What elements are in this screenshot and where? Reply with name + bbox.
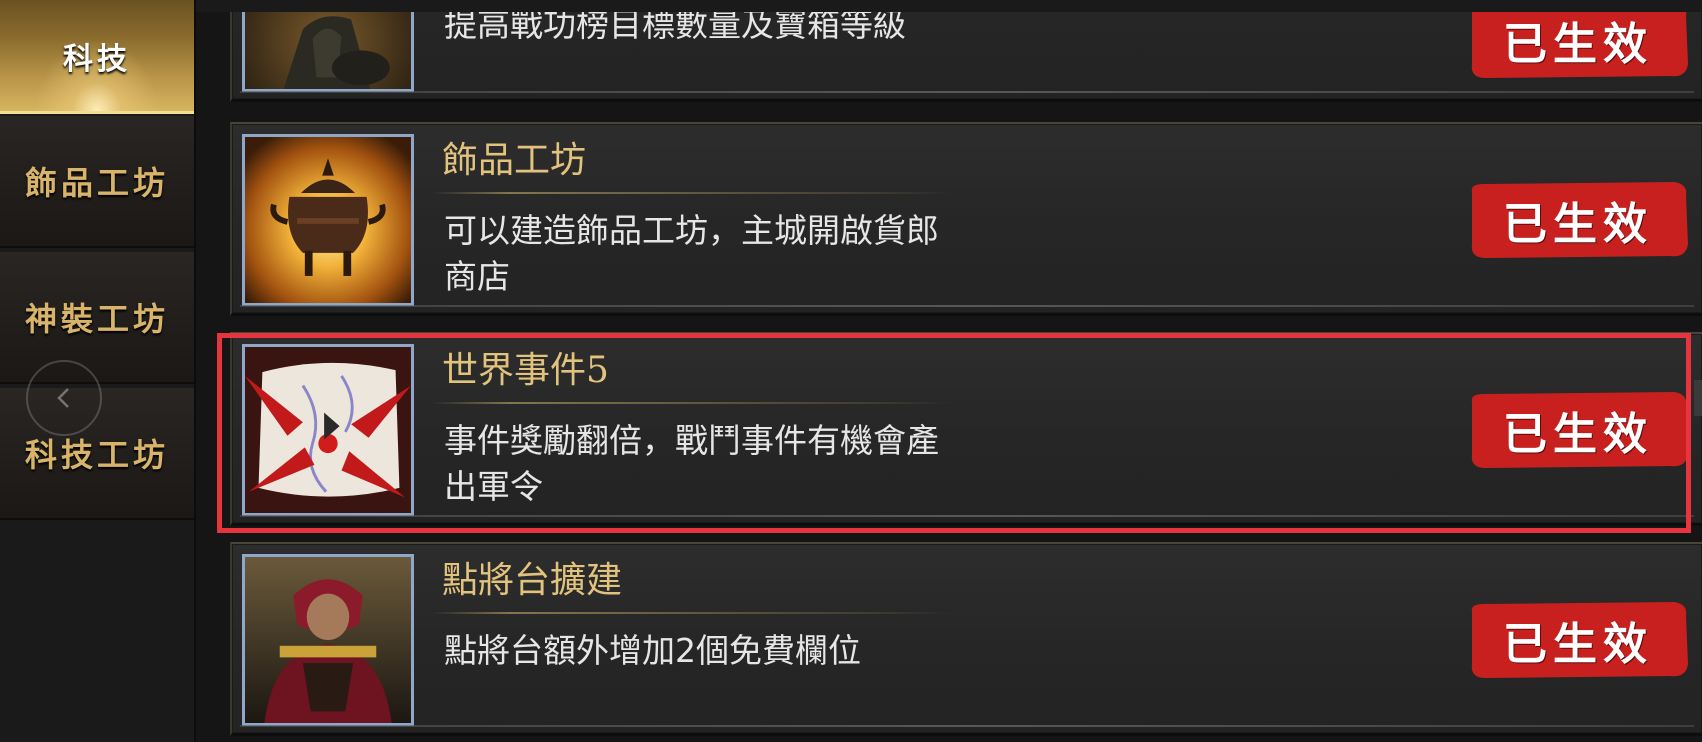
item-description: 可以建造飾品工坊，主城開啟貨郎商店 — [444, 211, 939, 296]
tab-accessory-workshop-label: 飾品工坊 — [24, 164, 169, 202]
status-button[interactable]: 已生效 — [1464, 178, 1692, 262]
tab-tech[interactable]: 科技 — [0, 0, 194, 114]
item-title: 飾品工坊 — [442, 140, 587, 181]
status-button[interactable]: 已生效 — [1464, 0, 1692, 82]
status-label: 已生效 — [1503, 19, 1653, 70]
tab-divine-gear-workshop[interactable]: 神裝工坊 — [0, 252, 194, 384]
title-divider — [432, 402, 952, 404]
status-label: 已生效 — [1503, 409, 1653, 460]
item-icon-frame — [242, 0, 414, 92]
item-description: 事件獎勵翻倍，戰鬥事件有機會產出軍令 — [444, 421, 939, 506]
item-icon-frame — [242, 554, 414, 726]
tab-divine-gear-workshop-label: 神裝工坊 — [24, 300, 169, 338]
back-button[interactable] — [26, 360, 102, 436]
item-icon-frame — [242, 344, 414, 516]
tab-tech-workshop-label: 科技工坊 — [24, 436, 169, 474]
item-title: 世界事件5 — [442, 350, 609, 391]
world-map-event-icon — [245, 347, 411, 513]
item-icon-frame — [242, 134, 414, 306]
category-sidebar: 科技 飾品工坊 神裝工坊 科技工坊 — [0, 0, 196, 742]
general-portrait-icon — [245, 557, 411, 723]
status-label: 已生效 — [1503, 619, 1653, 670]
tab-tech-label: 科技 — [63, 41, 131, 77]
list-item: 飾品工坊 可以建造飾品工坊，主城開啟貨郎商店 已生效 — [230, 122, 1702, 316]
list-top-edge — [196, 0, 1702, 12]
title-divider — [432, 612, 952, 614]
list-item: 點將台擴建 點將台額外增加2個免費欄位 已生效 — [230, 542, 1702, 736]
tech-list[interactable]: 提高戰功榜目標數量及寶箱等級 已生效 飾品工坊 可以建造飾品工坊，主城開啟貨郎商… — [196, 0, 1702, 742]
incense-burner-icon — [245, 137, 411, 303]
tech-screen: 科技 飾品工坊 神裝工坊 科技工坊 提高戰功榜目標數量及寶箱等級 已生效 飾品工… — [0, 0, 1702, 742]
title-divider — [432, 192, 952, 194]
status-label: 已生效 — [1503, 199, 1653, 250]
list-item: 世界事件5 事件獎勵翻倍，戰鬥事件有機會產出軍令 已生效 — [230, 332, 1702, 526]
list-item: 提高戰功榜目標數量及寶箱等級 已生效 — [230, 0, 1702, 102]
item-description: 點將台額外增加2個免費欄位 — [444, 631, 861, 670]
item-title: 點將台擴建 — [442, 560, 623, 601]
tab-accessory-workshop[interactable]: 飾品工坊 — [0, 116, 194, 248]
horseman-portrait-icon — [245, 0, 411, 89]
scroll-indicator — [1694, 380, 1702, 416]
status-button[interactable]: 已生效 — [1464, 598, 1692, 682]
status-button[interactable]: 已生效 — [1464, 388, 1692, 472]
chevron-left-icon — [57, 388, 69, 408]
